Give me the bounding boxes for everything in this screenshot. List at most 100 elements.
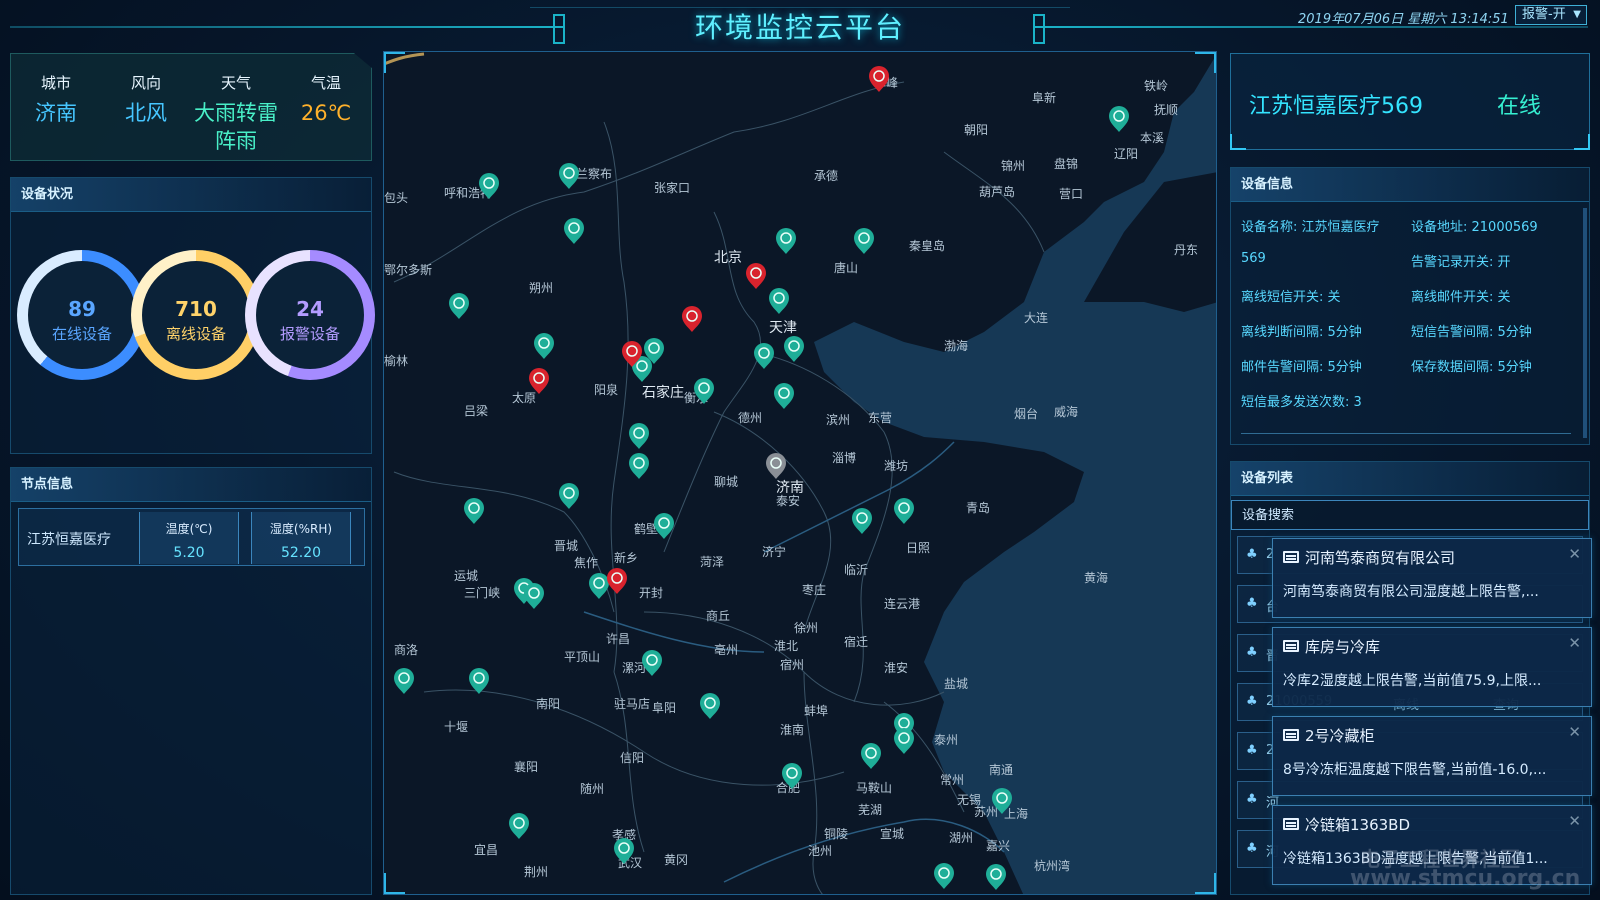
info-scrollbar[interactable] bbox=[1583, 208, 1587, 438]
map-view[interactable]: 北京 天津 石家庄 太原 济南 泰安 呼和浩特 张家口 承德 唐山 秦皇岛 朝阳 阜新 铁岭 抚顺 本溪 辽阳锦… bbox=[383, 51, 1217, 895]
map-label-41: 南通 bbox=[989, 762, 1013, 777]
map-label-49: 马鞍山 bbox=[856, 780, 892, 795]
map-label-38: 淮安 bbox=[884, 660, 908, 675]
alarm-toast[interactable]: 河南笃泰商贸有限公司 ✕ 河南笃泰商贸有限公司湿度越上限告警,... bbox=[1272, 538, 1592, 618]
toast-title: 2号冷藏柜 bbox=[1305, 727, 1375, 745]
map-label-51: 宣城 bbox=[880, 826, 904, 841]
map-label-89: 朔州 bbox=[529, 280, 553, 295]
weather-panel: 城市 济南 风向 北风 天气 大雨转雷 阵雨 气温 26℃ bbox=[10, 53, 372, 161]
online-devices-ring[interactable]: 89 在线设备 bbox=[17, 250, 147, 380]
device-tree-icon: ♣ bbox=[1246, 743, 1258, 758]
humidity-value: 52.20 bbox=[280, 545, 322, 561]
weather-value-line2: 阵雨 bbox=[215, 129, 257, 153]
info-sms-interval: 短信告警间隔: 5分钟 bbox=[1411, 325, 1532, 340]
map-label-59: 徐州 bbox=[794, 620, 818, 635]
map-label-88: 阳泉 bbox=[594, 383, 618, 397]
node-name: 江苏恒嘉医疗 bbox=[27, 532, 111, 548]
map-label-8: 承德 bbox=[814, 168, 838, 183]
map-label-19: 营口 bbox=[1059, 187, 1083, 201]
node-humidity-cell: 湿度(%RH) 52.20 bbox=[251, 512, 351, 564]
map-label-94: 开封 bbox=[639, 586, 663, 600]
info-device-address: 设备地址: 21000569 bbox=[1411, 220, 1538, 235]
map-label-64: 亳州 bbox=[714, 642, 738, 657]
map-label-44: 苏州 bbox=[974, 805, 998, 819]
map-label-15: 本溪 bbox=[1140, 131, 1164, 145]
offline-devices-ring[interactable]: 710 离线设备 bbox=[131, 250, 261, 380]
device-info-panel: 设备信息 设备名称: 江苏恒嘉医疗 569 设备地址: 21000569 告警记… bbox=[1230, 167, 1590, 445]
map-label-60: 枣庄 bbox=[802, 582, 826, 597]
selected-device-name: 江苏恒嘉医疗569 bbox=[1249, 94, 1423, 119]
map-label-47: 嘉兴 bbox=[986, 839, 1010, 853]
map-label-42: 常州 bbox=[940, 773, 964, 787]
map-label-3: 太原 bbox=[512, 390, 536, 405]
temperature-value: 5.20 bbox=[173, 545, 205, 561]
map-corner-br bbox=[1195, 873, 1216, 894]
node-row[interactable]: 江苏恒嘉医疗 温度(℃) 5.20 湿度(%RH) 52.20 bbox=[18, 508, 365, 566]
map-label-26: 青岛 bbox=[966, 500, 990, 515]
close-icon[interactable]: ✕ bbox=[1568, 545, 1581, 563]
map-label-82: 三门峡 bbox=[464, 585, 500, 600]
map-label-11: 朝阳 bbox=[964, 123, 988, 137]
alarm-toggle-select[interactable]: 报警-开 ▼ bbox=[1515, 5, 1587, 25]
map-label-63: 商丘 bbox=[706, 608, 730, 623]
close-icon[interactable]: ✕ bbox=[1568, 723, 1581, 741]
alarm-toast[interactable]: 2号冷藏柜 ✕ 8号冷冻柜温度越下限告警,当前值-16.0,... bbox=[1272, 716, 1592, 796]
temp-value: 26℃ bbox=[300, 101, 352, 125]
map-label-79: 宜昌 bbox=[474, 842, 498, 857]
alarm-toast[interactable]: 库房与冷库 ✕ 冷库2湿度越上限告警,当前值75.9,上限... bbox=[1272, 627, 1592, 707]
weather-value-line1: 大雨转雷 bbox=[194, 101, 278, 125]
info-offline-mail: 离线邮件开关: 关 bbox=[1411, 290, 1511, 305]
node-info-title: 节点信息 bbox=[11, 468, 371, 502]
toast-title: 库房与冷库 bbox=[1305, 638, 1381, 656]
map-corner-tl bbox=[384, 52, 405, 73]
map-label-50: 芜湖 bbox=[858, 802, 882, 817]
info-save-interval: 保存数据间隔: 5分钟 bbox=[1411, 360, 1532, 375]
map-label-65: 阜阳 bbox=[652, 701, 676, 715]
close-icon[interactable]: ✕ bbox=[1568, 812, 1581, 830]
map-corner-tr bbox=[1195, 52, 1216, 73]
map-label-70: 平顶山 bbox=[564, 650, 600, 664]
map-label-90: 包头 bbox=[384, 191, 408, 205]
selected-device-header: 江苏恒嘉医疗569 在线 bbox=[1230, 53, 1590, 150]
info-device-name: 设备名称: 江苏恒嘉医疗 bbox=[1241, 220, 1380, 235]
map-canvas[interactable]: 北京天津石家庄太原济南泰安呼和浩特 张家口承德唐山秦皇岛朝阳阜新铁岭抚顺本溪辽阳锦… bbox=[384, 52, 1217, 895]
map-label-61: 济宁 bbox=[762, 544, 786, 559]
alarm-devices-ring[interactable]: 24 报警设备 bbox=[245, 250, 375, 380]
alarm-label: 报警设备 bbox=[279, 325, 340, 343]
wind-label: 风向 bbox=[130, 74, 161, 92]
map-label-0: 北京 bbox=[714, 250, 742, 266]
toast-message: 冷库2湿度越上限告警,当前值75.9,上限... bbox=[1283, 673, 1542, 689]
chevron-down-icon: ▼ bbox=[1573, 9, 1581, 20]
device-status-title: 设备状况 bbox=[11, 178, 371, 212]
map-label-78: 荆州 bbox=[524, 865, 548, 879]
map-corner-bl bbox=[384, 873, 405, 894]
map-label-67: 驻马店 bbox=[614, 696, 650, 711]
server-icon bbox=[1283, 640, 1299, 652]
map-label-73: 十堰 bbox=[444, 720, 468, 734]
header-datetime: 2019年07月06日 星期六 13:14:51 bbox=[1298, 12, 1509, 27]
map-label-33: 日照 bbox=[906, 541, 930, 555]
map-label-23: 渤海 bbox=[944, 338, 968, 353]
map-label-81: 运城 bbox=[454, 569, 478, 583]
close-icon[interactable]: ✕ bbox=[1568, 634, 1581, 652]
map-label-16: 辽阳 bbox=[1114, 147, 1138, 161]
watermark-url: www.stmcu.org.cn bbox=[1350, 866, 1581, 891]
offline-count: 710 bbox=[175, 297, 217, 321]
city-label: 城市 bbox=[40, 74, 71, 92]
map-label-34: 临沂 bbox=[844, 563, 868, 577]
map-label-86: 晋城 bbox=[554, 539, 578, 553]
map-label-30: 滨州 bbox=[826, 412, 850, 427]
node-info-panel: 节点信息 江苏恒嘉医疗 温度(℃) 5.20 湿度(%RH) 52.20 bbox=[10, 467, 372, 895]
map-label-24: 烟台 bbox=[1014, 406, 1038, 421]
temperature-header: 温度(℃) bbox=[165, 522, 213, 536]
node-temperature-cell: 温度(℃) 5.20 bbox=[139, 512, 239, 564]
map-label-17: 锦州 bbox=[1001, 159, 1025, 173]
map-label-14: 抚顺 bbox=[1154, 103, 1178, 117]
info-offline-interval: 离线判断间隔: 5分钟 bbox=[1241, 325, 1362, 340]
map-label-84: 新乡 bbox=[614, 550, 638, 565]
map-label-31: 德州 bbox=[738, 410, 762, 425]
device-search-input[interactable] bbox=[1231, 500, 1589, 530]
weather-wind: 风向 北风 bbox=[101, 72, 191, 127]
map-label-28: 淄博 bbox=[832, 450, 856, 465]
server-icon bbox=[1283, 818, 1299, 830]
